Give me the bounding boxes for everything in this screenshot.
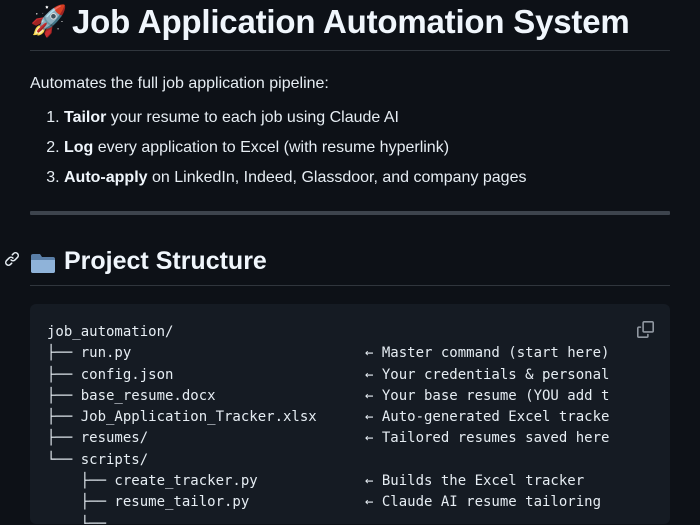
code-line: job_automation/ [47,322,609,343]
folder-icon [30,250,56,273]
code-path: ├── Job_Application_Tracker.xlsx [47,409,317,426]
step-keyword: Auto-apply [64,169,148,186]
list-item: Tailor your resume to each job using Cla… [64,107,670,129]
code-comment: ← Your base resume (YOU add t [365,387,610,404]
steps-list: Tailor your resume to each job using Cla… [30,107,670,189]
code-comment: ← Auto-generated Excel tracke [365,409,610,426]
page-title: 🚀 Job Application Automation System [30,0,670,42]
rocket-icon: 🚀 [30,5,68,38]
step-text: on LinkedIn, Indeed, Glassdoor, and comp… [147,169,527,186]
list-item: Log every application to Excel (with res… [64,137,670,159]
code-lines: job_automation/ ├── run.py ← Master comman… [47,322,609,524]
code-comment: ← Your credentials & personal [365,366,610,383]
step-text: every application to Excel (with resume … [93,139,450,156]
section-divider [30,285,670,286]
code-path: ├── base_resume.docx [47,387,216,404]
intro-text: Automates the full job application pipel… [30,75,329,92]
code-comment: ← Claude AI resume tailoring [365,494,602,511]
code-line: ├── resume_tailor.py ← Claude AI resume t… [47,492,609,513]
link-icon[interactable] [4,251,22,269]
code-comment: ← Tailored resumes saved here [365,430,610,447]
copy-icon [636,320,654,338]
code-line: ├── [47,514,609,524]
title-divider [30,50,670,51]
copy-button[interactable] [634,318,656,340]
code-path: ├── resumes/ [47,430,149,447]
step-keyword: Tailor [64,109,107,126]
page-title-text: Job Application Automation System [72,3,630,40]
code-line: ├── base_resume.docx ← Your base resume (… [47,386,609,407]
code-line: ├── Job_Application_Tracker.xlsx ← Auto-g… [47,407,609,428]
code-path: ├── [47,515,107,524]
code-line: └── scripts/ [47,450,609,471]
readme-content: 🚀 Job Application Automation System Auto… [5,0,670,524]
step-keyword: Log [64,139,94,156]
code-path: └── scripts/ [47,451,149,468]
list-item: Auto-apply on LinkedIn, Indeed, Glassdoo… [64,167,670,189]
code-block: job_automation/ ├── run.py ← Master comman… [30,304,670,524]
code-path: job_automation/ [47,324,174,340]
code-line: ├── run.py ← Master command (start here) [47,343,609,364]
code-comment: ← Builds the Excel tracker [365,473,585,490]
code-path: ├── config.json [47,366,174,383]
code-line: ├── config.json ← Your credentials & pers… [47,365,609,386]
section-heading-wrap: Project Structure [5,245,670,286]
code-path: ├── run.py [47,345,132,362]
code-line: ├── resumes/ ← Tailored resumes saved her… [47,428,609,449]
horizontal-rule [30,211,670,215]
code-path: ├── resume_tailor.py [47,494,250,511]
code-line: ├── create_tracker.py ← Builds the Excel … [47,471,609,492]
step-text: your resume to each job using Claude AI [106,109,399,126]
section-title: Project Structure [30,245,670,277]
code-path: ├── create_tracker.py [47,473,258,490]
code-comment: ← Master command (start here) [365,345,610,362]
section-title-text: Project Structure [64,247,267,275]
